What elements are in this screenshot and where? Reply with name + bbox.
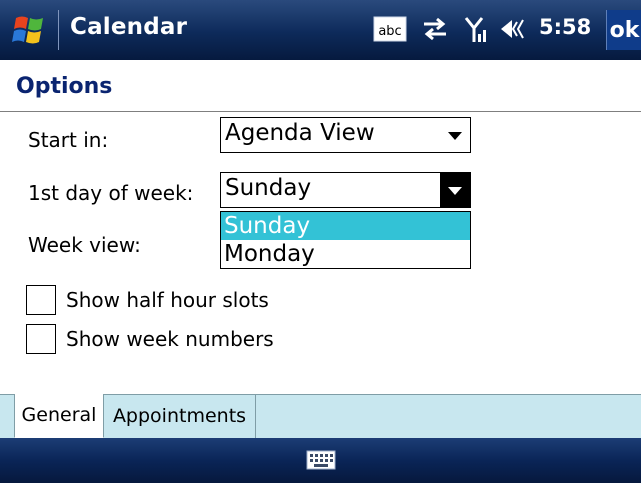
half-hour-checkbox[interactable] — [26, 285, 56, 315]
sync-icon[interactable] — [420, 14, 450, 44]
tab-appointments[interactable]: Appointments — [104, 394, 256, 438]
first-day-dropdown[interactable]: Sunday — [220, 172, 471, 208]
option-sunday[interactable]: Sunday — [221, 212, 470, 240]
chevron-down-icon[interactable] — [440, 173, 470, 207]
keyboard-icon[interactable] — [306, 449, 336, 471]
week-view-label: Week view: — [28, 233, 141, 257]
first-day-options-list: Sunday Monday — [220, 211, 471, 269]
header-divider — [0, 111, 641, 112]
input-method-icon[interactable]: abc — [373, 14, 407, 44]
title-separator — [58, 10, 59, 50]
option-monday[interactable]: Monday — [221, 240, 470, 268]
start-in-label: Start in: — [28, 128, 109, 152]
start-in-dropdown[interactable]: Agenda View — [220, 117, 471, 153]
app-title: Calendar — [70, 14, 188, 40]
ok-button[interactable]: ok — [606, 10, 641, 50]
start-in-value: Agenda View — [225, 120, 375, 146]
first-day-value: Sunday — [225, 175, 312, 201]
volume-icon[interactable] — [498, 14, 528, 44]
first-day-label: 1st day of week: — [28, 181, 194, 205]
clock[interactable]: 5:58 — [539, 15, 591, 39]
week-numbers-label[interactable]: Show week numbers — [66, 327, 274, 351]
title-bar: Calendar abc 5:58 ok — [0, 0, 641, 60]
input-indicator-text: abc — [378, 24, 401, 39]
windows-start-icon[interactable] — [10, 12, 50, 48]
week-numbers-checkbox[interactable] — [26, 324, 56, 354]
page-title: Options — [16, 74, 113, 99]
half-hour-label[interactable]: Show half hour slots — [66, 288, 269, 312]
tab-bar: General Appointments — [0, 394, 641, 439]
tab-general[interactable]: General — [14, 394, 104, 438]
signal-icon[interactable] — [464, 14, 490, 44]
chevron-down-icon[interactable] — [440, 118, 470, 152]
